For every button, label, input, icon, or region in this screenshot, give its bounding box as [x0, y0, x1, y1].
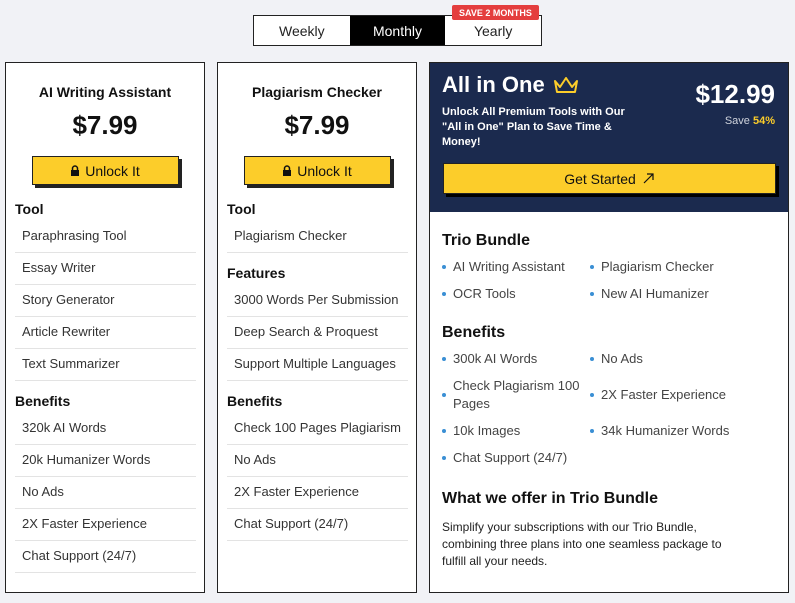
list-item: Chat Support (24/7): [15, 541, 196, 573]
list-item: 2X Faster Experience: [590, 377, 776, 413]
unlock-label: Unlock It: [297, 162, 352, 179]
list-item: 2X Faster Experience: [15, 509, 196, 541]
bullet-icon: [442, 357, 446, 361]
list-item: 2X Faster Experience: [227, 477, 408, 509]
external-link-icon: [643, 173, 654, 184]
plan-name: AI Writing Assistant: [38, 84, 172, 100]
toggle-weekly[interactable]: Weekly: [254, 16, 350, 45]
all-in-one-body: Trio Bundle AI Writing Assistant Plagiar…: [430, 232, 788, 570]
unlock-button[interactable]: Unlock It: [31, 156, 179, 185]
all-in-one-header: All in One Unlock All Premium Tools with…: [430, 63, 788, 212]
tool-list: Paraphrasing Tool Essay Writer Story Gen…: [15, 221, 196, 381]
list-item: 300k AI Words: [442, 350, 590, 368]
list-item: 34k Humanizer Words: [590, 422, 776, 440]
lock-icon: [70, 165, 80, 176]
list-item: Check Plagiarism 100 Pages: [442, 377, 590, 413]
offer-title: What we offer in Trio Bundle: [442, 490, 658, 507]
list-item: 3000 Words Per Submission: [227, 285, 408, 317]
crown-icon: [553, 77, 578, 93]
list-item: No Ads: [590, 350, 776, 368]
save-percentage: Save 54%: [725, 115, 775, 127]
all-in-one-description: Unlock All Premium Tools with Our "All i…: [442, 106, 625, 148]
bullet-icon: [442, 265, 446, 269]
all-in-one-title-text: All in One: [442, 72, 545, 97]
plan-card-ai-writing: AI Writing Assistant $7.99 Unlock It Too…: [5, 62, 205, 593]
section-title-benefits: Benefits: [227, 393, 283, 409]
list-item: Plagiarism Checker: [227, 221, 408, 253]
trio-bundle-title: Trio Bundle: [442, 232, 530, 249]
plan-name: Plagiarism Checker: [252, 84, 382, 100]
plan-card-all-in-one: All in One Unlock All Premium Tools with…: [429, 62, 789, 593]
list-item: No Ads: [15, 477, 196, 509]
bullet-icon: [590, 292, 594, 296]
save-label: Save: [724, 115, 750, 127]
list-item: 10k Images: [442, 422, 590, 440]
section-title-benefits: Benefits: [15, 393, 71, 409]
plan-card-plagiarism: Plagiarism Checker $7.99 Unlock It Tool …: [217, 62, 417, 593]
list-item: Essay Writer: [15, 253, 196, 285]
section-title-features: Features: [227, 265, 286, 281]
unlock-label: Unlock It: [85, 162, 140, 179]
list-item: No Ads: [227, 445, 408, 477]
get-started-label: Get Started: [564, 170, 636, 187]
list-item: Deep Search & Proquest: [227, 317, 408, 349]
list-item: Article Rewriter: [15, 317, 196, 349]
trio-bundle-list: AI Writing Assistant Plagiarism Checker …: [442, 258, 776, 303]
list-item: New AI Humanizer: [590, 285, 776, 303]
section-title-tool: Tool: [227, 201, 256, 217]
bullet-icon: [590, 357, 594, 361]
list-item: Text Summarizer: [15, 349, 196, 381]
list-item: Plagiarism Checker: [590, 258, 776, 276]
list-item: Chat Support (24/7): [227, 509, 408, 541]
plan-price: $7.99: [284, 110, 350, 140]
benefits-title: Benefits: [442, 324, 506, 341]
features-list: 3000 Words Per Submission Deep Search & …: [227, 285, 408, 381]
bullet-icon: [590, 393, 594, 397]
list-item: Support Multiple Languages: [227, 349, 408, 381]
unlock-button[interactable]: Unlock It: [243, 156, 391, 185]
list-item: OCR Tools: [442, 285, 590, 303]
bullet-icon: [590, 429, 594, 433]
bullet-icon: [442, 429, 446, 433]
list-item: Paraphrasing Tool: [15, 221, 196, 253]
list-item: Story Generator: [15, 285, 196, 317]
benefits-list: 320k AI Words 20k Humanizer Words No Ads…: [15, 413, 196, 573]
save-value: 54%: [752, 115, 775, 127]
toggle-monthly[interactable]: Monthly: [349, 16, 446, 45]
benefits-list: Check 100 Pages Plagiarism No Ads 2X Fas…: [227, 413, 408, 541]
save-badge: SAVE 2 MONTHS: [452, 5, 539, 20]
list-item: 320k AI Words: [15, 413, 196, 445]
toggle-yearly[interactable]: Yearly: [445, 16, 541, 45]
bullet-icon: [590, 265, 594, 269]
section-title-tool: Tool: [15, 201, 44, 217]
get-started-button[interactable]: Get Started: [443, 163, 776, 194]
list-item: Check 100 Pages Plagiarism: [227, 413, 408, 445]
list-item: 20k Humanizer Words: [15, 445, 196, 477]
plan-price: $7.99: [72, 110, 138, 140]
offer-text: Simplify your subscriptions with our Tri…: [442, 520, 722, 568]
all-in-one-price: $12.99: [695, 79, 775, 109]
list-item: AI Writing Assistant: [442, 258, 590, 276]
bullet-icon: [442, 292, 446, 296]
bullet-icon: [442, 393, 446, 397]
list-item: Chat Support (24/7): [442, 449, 590, 467]
lock-icon: [282, 165, 292, 176]
benefits-grid: 300k AI Words No Ads Check Plagiarism 10…: [442, 350, 776, 467]
bullet-icon: [442, 456, 446, 460]
tool-list: Plagiarism Checker: [227, 221, 408, 253]
